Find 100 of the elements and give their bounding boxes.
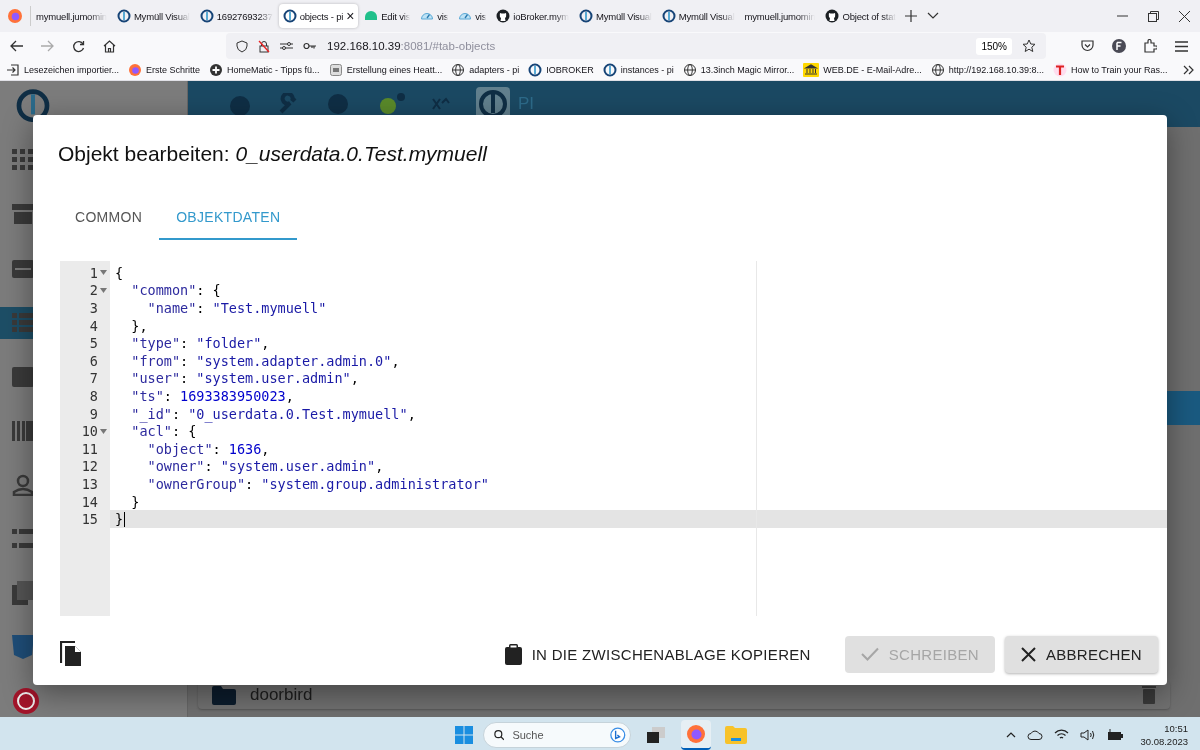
extensions-icon[interactable]	[1144, 39, 1157, 53]
sliders-icon[interactable]	[280, 41, 293, 51]
speaker-icon[interactable]	[1080, 728, 1097, 741]
copy-icon[interactable]	[60, 641, 82, 667]
window-icon[interactable]	[12, 204, 34, 225]
copy-icon[interactable]	[12, 580, 34, 605]
battery-icon[interactable]	[1107, 728, 1124, 741]
browser-tab[interactable]: Mymüll Visual	[574, 4, 656, 28]
browser-tab[interactable]: Edit vis	[360, 4, 415, 28]
shield-icon[interactable]	[236, 39, 248, 53]
dashboard-icon[interactable]	[12, 259, 34, 278]
bookmark-link[interactable]: Erste Schritte	[128, 63, 201, 77]
task-view-icon[interactable]	[647, 726, 665, 743]
address-bar[interactable]: 192.168.10.39:8081/#tab-objects 150%	[226, 33, 1046, 59]
line-number: 5	[88, 334, 99, 352]
browser-tab[interactable]: Mymüll Visual	[112, 4, 194, 28]
logo-icon	[116, 9, 131, 23]
fold-caret-icon[interactable]	[99, 428, 107, 434]
star-icon[interactable]	[1022, 39, 1036, 53]
fold-caret-icon[interactable]	[99, 270, 107, 276]
new-tab-icon[interactable]	[904, 10, 917, 22]
favicon-icon	[1052, 63, 1067, 77]
grid-icon[interactable]	[12, 312, 34, 333]
bookmark-link[interactable]: instances - pi	[602, 63, 674, 77]
firefox-icon[interactable]	[686, 723, 706, 744]
bookmark-link[interactable]: How to Train your Ras...	[1052, 63, 1168, 77]
back-icon[interactable]	[10, 40, 23, 52]
check-icon	[860, 647, 879, 661]
code-line: "object": 1636,	[146, 439, 271, 458]
reload-icon[interactable]	[72, 39, 85, 53]
close-icon	[1020, 646, 1036, 662]
chevron-up-icon[interactable]	[1006, 731, 1017, 738]
more-bookmarks-icon[interactable]	[1183, 65, 1194, 75]
code-line: "_id": "0_userdata.0.Test.mymuell",	[130, 404, 417, 423]
code-line: "ownerGroup": "system.group.administrator"	[146, 475, 490, 493]
line-number: 6	[88, 351, 99, 370]
line-number: 7	[88, 369, 99, 388]
globe-icon	[930, 63, 945, 77]
user-icon[interactable]	[12, 473, 34, 496]
history-icon[interactable]	[12, 687, 40, 716]
clock-time[interactable]: 10:51	[1164, 721, 1188, 735]
browser-tab[interactable]: Mymüll Visual	[657, 4, 739, 28]
browser-tab[interactable]: vis	[416, 4, 453, 28]
favicon-icon	[602, 63, 617, 77]
globe-icon	[451, 63, 466, 77]
home-icon[interactable]	[103, 39, 116, 53]
pocket-icon[interactable]	[1081, 40, 1094, 52]
import-icon	[6, 63, 20, 77]
apps-icon[interactable]	[12, 149, 34, 172]
folder-name: doorbird	[250, 685, 313, 705]
chevron-down-icon[interactable]	[926, 12, 939, 20]
bookmark-link[interactable]: HomeMatic - Tipps fü...	[209, 63, 320, 77]
favicon-icon	[803, 63, 820, 77]
account-icon[interactable]	[1112, 39, 1126, 53]
logo-icon	[199, 9, 214, 23]
browser-tab[interactable]: ioBroker.mym	[492, 4, 573, 28]
wifi-icon[interactable]	[1054, 729, 1070, 740]
cancel-button[interactable]: ABBRECHEN	[1004, 635, 1158, 673]
close-icon[interactable]	[1179, 10, 1190, 22]
folder-icon[interactable]	[725, 725, 747, 744]
bookmark-link[interactable]: WEB.DE - E-Mail-Adre...	[803, 63, 922, 77]
clock-date[interactable]: 30.08.2023	[1140, 734, 1188, 748]
bookmark-link[interactable]: adapters - pi	[451, 63, 520, 77]
bookmark-link[interactable]: http://192.168.10.39:8...	[930, 63, 1044, 77]
firefox-icon[interactable]	[7, 8, 23, 24]
bookmark-link[interactable]: 13.3inch Magic Mirror...	[682, 63, 795, 77]
list-icon[interactable]	[12, 528, 34, 549]
key-icon[interactable]	[303, 42, 317, 50]
line-number: 1	[60, 264, 110, 282]
menu-icon[interactable]	[1175, 40, 1188, 52]
cloud-icon[interactable]	[1027, 729, 1044, 740]
restore-icon[interactable]	[1148, 10, 1159, 22]
line-number: 13	[80, 475, 99, 493]
code-line: },	[130, 316, 149, 335]
bing-icon[interactable]	[610, 725, 626, 744]
code-line: "acl": {	[130, 423, 198, 440]
bookmark-link[interactable]: Lesezeichen importier...	[6, 63, 120, 77]
dialog-tab[interactable]: COMMON	[58, 196, 160, 240]
favicon-icon	[209, 63, 224, 77]
search-icon	[494, 728, 505, 741]
github-icon	[825, 9, 840, 23]
favicon-icon	[128, 63, 143, 77]
search-field[interactable]: Suche	[510, 727, 605, 742]
code-line: "common": {	[130, 281, 222, 300]
taskbar-search-bar[interactable]: Suche	[483, 721, 631, 748]
code-line: "from": "system.adapter.admin.0",	[130, 351, 401, 370]
bookmark-link[interactable]: Erstellung eines Heatt...	[328, 63, 443, 77]
github-icon	[496, 9, 511, 23]
zoom-level[interactable]: 150%	[976, 37, 1012, 55]
bookmark-link[interactable]: IOBROKER	[528, 63, 594, 77]
start-icon[interactable]	[455, 725, 473, 744]
browser-tab[interactable]: 16927693237	[195, 4, 277, 28]
trash-icon[interactable]	[1142, 686, 1156, 704]
fold-caret-icon[interactable]	[99, 287, 107, 293]
browser-tab[interactable]: vis	[454, 4, 491, 28]
browser-tab[interactable]: objects - pi ×	[278, 4, 359, 28]
bars-icon[interactable]	[12, 420, 34, 441]
crossed-lock-icon[interactable]	[258, 39, 270, 53]
logo-icon	[661, 9, 676, 23]
copy-to-clipboard-button[interactable]: IN DIE ZWISCHENABLAGE KOPIEREN	[488, 635, 827, 673]
